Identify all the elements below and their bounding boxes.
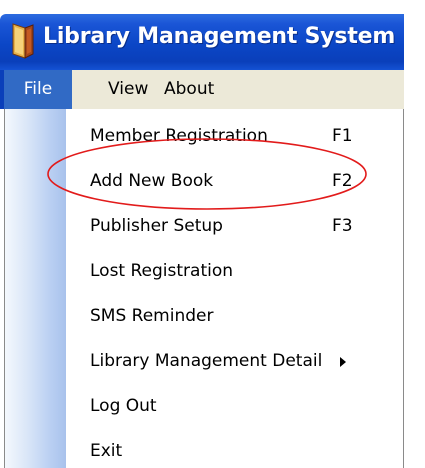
menu-icon-gutter <box>5 109 66 468</box>
menu-item-sms-reminder[interactable]: SMS Reminder <box>66 294 404 339</box>
menu-item-label: Add New Book <box>90 171 214 191</box>
menu-about[interactable]: About <box>164 70 214 109</box>
menu-bar: File View About <box>0 70 404 109</box>
menu-item-label: Publisher Setup <box>90 216 223 236</box>
menu-item-member-registration[interactable]: Member Registration F1 <box>66 114 404 159</box>
menu-item-library-management-detail[interactable]: Library Management Detail <box>66 339 404 384</box>
menu-item-label: Log Out <box>90 396 157 416</box>
menu-item-label: SMS Reminder <box>90 306 214 326</box>
menu-item-shortcut: F3 <box>332 216 353 236</box>
menu-item-publisher-setup[interactable]: Publisher Setup F3 <box>66 204 404 249</box>
app-window: Library Management System File View Abou… <box>0 0 425 468</box>
file-menu-dropdown: Member Registration F1 Add New Book F2 P… <box>4 109 404 468</box>
menu-file[interactable]: File <box>0 70 72 109</box>
menu-view[interactable]: View <box>108 70 148 109</box>
window-title: Library Management System <box>43 24 396 49</box>
menu-item-exit[interactable]: Exit <box>66 429 404 468</box>
menu-item-add-new-book[interactable]: Add New Book F2 <box>66 159 404 204</box>
menu-item-log-out[interactable]: Log Out <box>66 384 404 429</box>
menu-item-lost-registration[interactable]: Lost Registration <box>66 249 404 294</box>
menu-item-label: Library Management Detail <box>90 351 323 371</box>
menu-item-label: Lost Registration <box>90 261 234 281</box>
submenu-arrow-icon <box>340 357 346 367</box>
menu-item-shortcut: F2 <box>332 171 353 191</box>
book-icon <box>10 21 36 61</box>
menu-item-label: Exit <box>90 441 123 461</box>
menu-item-label: Member Registration <box>90 126 268 146</box>
menu-item-shortcut: F1 <box>332 126 353 146</box>
title-bar[interactable]: Library Management System <box>0 0 425 70</box>
